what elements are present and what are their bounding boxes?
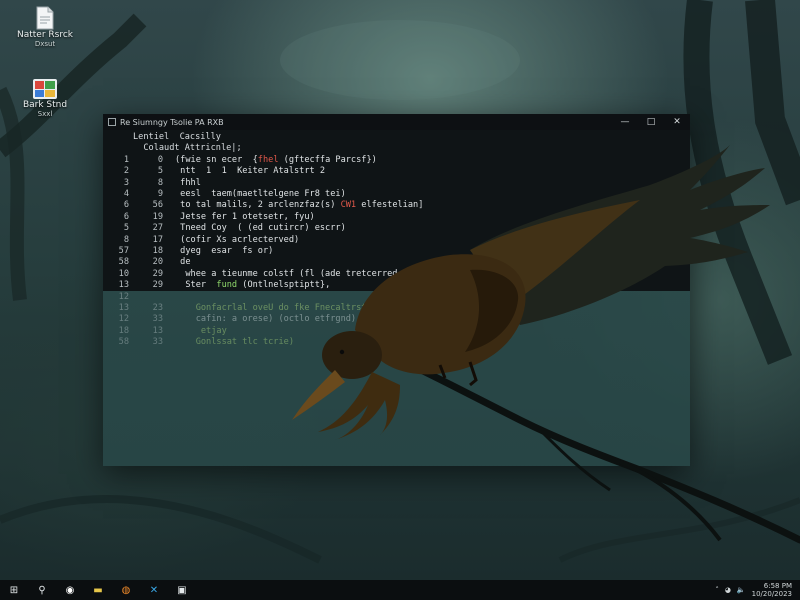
code-line: 1 0 (fwie sn ecer {fhel (gftecffa Parcsf}) [103,155,690,166]
close-button[interactable]: ✕ [664,114,690,130]
line-number-secondary: 19 [152,211,163,222]
network-icon[interactable]: ◕ [725,586,731,594]
code-text: ntt 1 1 Keiter Atalstrt 2 [175,166,326,177]
code-text: Jetse fer 1 otetsetr, fyu) [175,211,315,222]
line-number-secondary: 17 [152,234,163,245]
highlighted-token: fund [216,280,238,291]
code-line: 58 20 de [103,257,690,268]
code-text: (cofir Xs acrlecterved) [175,234,300,245]
code-text: eesl taem(maetltelgene Fr8 tei) [175,188,346,199]
clock-time: 6:58 PM [763,582,792,590]
chevron-up-icon[interactable]: ˄ [715,586,719,594]
start-button[interactable]: ⊞ [0,580,28,600]
code-line: 8 17 (cofir Xs acrlecterved) [103,235,690,246]
code-text: fhhl [175,177,201,188]
desktop-icon-document[interactable]: Natter Rsrck Dxsut [5,6,85,48]
line-number: 57 [118,245,129,256]
volume-icon[interactable]: 🔈 [737,586,746,594]
code-line: 5 27 Tneed Coy ( (ed cutircr) escrr) [103,223,690,234]
line-number: 1 [123,154,129,165]
code-line: 3 8 fhhl [103,178,690,189]
line-number: 6 [123,200,129,211]
line-number-secondary: 29 [152,268,163,279]
line-number-secondary: 0 [157,154,163,165]
clock[interactable]: 6:58 PM 10/20/2023 [752,582,792,598]
windows-icon: ⊞ [9,584,19,596]
image-app-icon [33,79,57,99]
app-window-icon: ▣ [177,584,187,596]
app-orange-button[interactable]: ◍ [112,580,140,600]
code-line: 2 5 ntt 1 1 Keiter Atalstrt 2 [103,166,690,177]
line-number: 13 [118,280,129,291]
line-number-secondary: 20 [152,257,163,268]
code-text: whee a tieunme colstf (fl (ade tretcerre… [175,268,434,279]
app-orange-icon: ◍ [121,584,131,596]
terminal-window[interactable]: Re Siumngy Tsolie PA RXB — □ ✕ Lentiel C… [103,114,690,466]
app-blue-icon: ✕ [149,584,159,596]
window-content-area [103,291,690,466]
line-number: 8 [123,234,129,245]
search-icon: ⚲ [38,584,46,596]
line-number: 2 [123,166,129,177]
terminal-output[interactable]: Lentiel Cacsilly Colaudt Attricnle|; 1 0(… [103,130,690,347]
desktop-icon-image-app[interactable]: Bark Stnd Sxxl [5,78,85,118]
line-number: 6 [123,211,129,222]
code-line: 57 18 dyeg esar fs or) [103,246,690,257]
code-line: 6 19 Jetse fer 1 otetsetr, fyu) [103,212,690,223]
line-number-secondary: 56 [152,200,163,211]
line-number: 10 [118,268,129,279]
browser-button[interactable]: ◉ [56,580,84,600]
terminal-header-line: Colaudt Attricnle|; [133,143,242,154]
line-number: 5 [123,223,129,234]
code-line: 13 29 Ster fund (Ontlnelsptiptt}, [103,280,690,291]
line-number: 58 [118,257,129,268]
line-number-secondary: 8 [157,177,163,188]
window-title: Re Siumngy Tsolie PA RXB [120,117,224,127]
folder-icon: ▬ [93,584,103,596]
maximize-icon: □ [646,117,656,127]
app-blue-button[interactable]: ✕ [140,580,168,600]
code-text: Tneed Coy ( (ed cutircr) escrr) [175,223,346,234]
line-number: 3 [123,177,129,188]
line-number-secondary: 27 [152,223,163,234]
minimize-icon: — [620,117,630,127]
maximize-button[interactable]: □ [638,114,664,130]
taskbar: ⊞ ⚲ ◉ ▬ ◍ ✕ ▣ ˄ ◕ 🔈 6:58 PM 10/20/2023 [0,580,800,600]
desktop-icon-sublabel: Sxxl [37,110,53,118]
line-number-secondary: 29 [152,280,163,291]
file-explorer-button[interactable]: ▬ [84,580,112,600]
search-button[interactable]: ⚲ [28,580,56,600]
code-text: to tal malils, 2 arclenzfaz(s) CW1 elfes… [175,200,424,211]
desktop-icon-sublabel: Dxsut [34,40,56,48]
code-text: dyeg esar fs or) [175,245,274,256]
system-tray: ˄ ◕ 🔈 6:58 PM 10/20/2023 [715,582,800,598]
document-icon [36,6,54,30]
highlighted-token: CW1 [340,200,357,211]
line-number-secondary: 5 [157,166,163,177]
code-line: 10 29 whee a tieunme colstf (fl (ade tret… [103,269,690,280]
code-text: Ster fund (Ontlnelsptiptt}, [175,280,331,291]
line-number-secondary: 18 [152,245,163,256]
desktop-icon-label: Bark Stnd [22,100,68,110]
window-titlebar[interactable]: Re Siumngy Tsolie PA RXB — □ ✕ [103,114,690,130]
code-line: 4 9 eesl taem(maetltelgene Fr8 tei) [103,189,690,200]
minimize-button[interactable]: — [612,114,638,130]
app-window-button[interactable]: ▣ [168,580,196,600]
close-icon: ✕ [673,117,681,127]
terminal-header-line: Lentiel Cacsilly [133,132,221,142]
highlighted-token: fhel [257,154,279,165]
terminal-app-icon [108,118,116,126]
line-number: 4 [123,188,129,199]
browser-icon: ◉ [65,584,75,596]
code-line: 6 56 to tal malils, 2 arclenzfaz(s) CW1 e… [103,200,690,211]
line-number-secondary: 9 [157,188,163,199]
clock-date: 10/20/2023 [751,590,792,598]
code-text: (fwie sn ecer {fhel (gftecffa Parcsf}) [175,154,377,165]
code-text: de [175,257,191,268]
desktop-icon-label: Natter Rsrck [16,30,73,40]
